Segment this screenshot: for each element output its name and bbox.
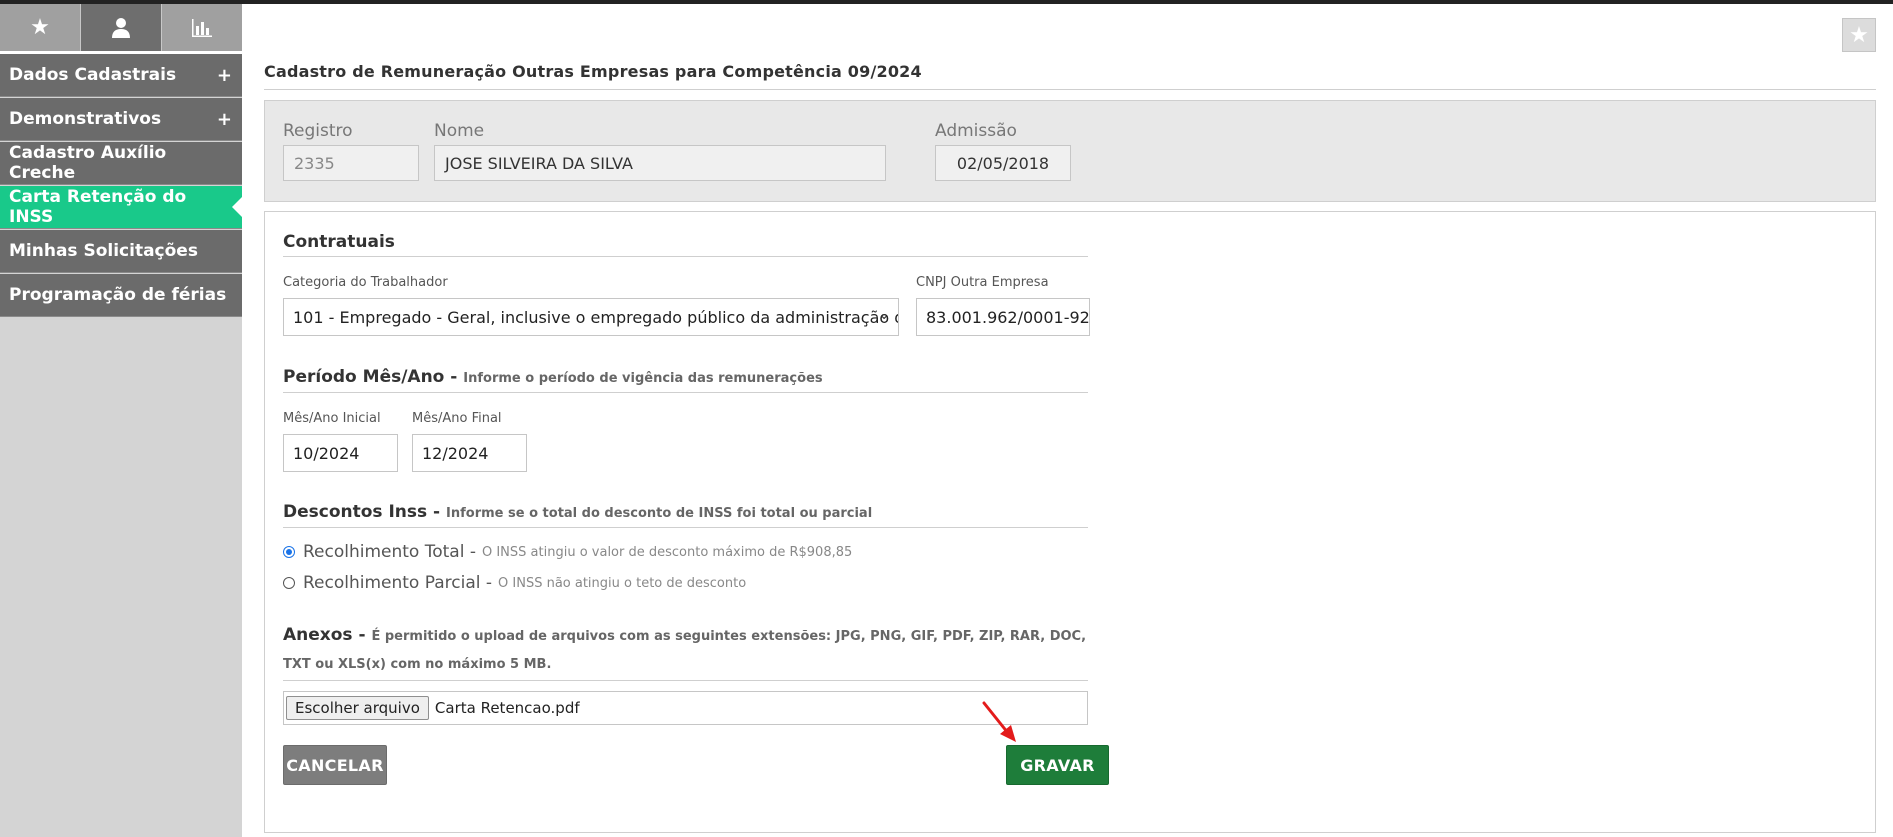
radio-description: O INSS não atingiu o teto de desconto (498, 575, 747, 591)
sidebar-item-demonstrativos[interactable]: Demonstrativos + (0, 98, 242, 141)
star-icon: ★ (30, 15, 50, 40)
mes-ano-final-label: Mês/Ano Final (412, 411, 502, 426)
divider (264, 89, 1876, 90)
registro-label: Registro (283, 121, 353, 141)
periodo-title: Período Mês/Ano - Informe o período de v… (283, 367, 823, 387)
radio-button[interactable] (283, 577, 295, 589)
sidebar-item-label: Demonstrativos (9, 109, 162, 129)
top-border (0, 0, 1893, 4)
radio-button-checked[interactable] (283, 546, 295, 558)
mes-ano-final-input[interactable]: 12/2024 (412, 434, 527, 472)
save-button[interactable]: GRAVAR (1006, 745, 1109, 785)
file-name: Carta Retencao.pdf (434, 699, 580, 717)
sidebar-item-carta-retencao-inss[interactable]: Carta Retenção do INSS (0, 186, 242, 229)
sidebar-item-label: Dados Cadastrais (9, 65, 177, 85)
anexos-title: Anexos - É permitido o upload de arquivo… (283, 622, 1093, 678)
choose-file-button[interactable]: Escolher arquivo (286, 696, 429, 720)
nome-label: Nome (434, 121, 485, 141)
contratuais-title: Contratuais (283, 232, 395, 252)
categoria-select[interactable]: 101 - Empregado - Geral, inclusive o emp… (283, 298, 899, 336)
sidebar-item-label: Programação de férias (9, 285, 227, 305)
registro-field: 2335 (283, 145, 419, 181)
mes-ano-inicial-label: Mês/Ano Inicial (283, 411, 381, 426)
admissao-label: Admissão (935, 121, 1017, 141)
descontos-subtitle: Informe se o total do desconto de INSS f… (446, 506, 873, 521)
cancel-button[interactable]: CANCELAR (283, 745, 387, 785)
expand-icon: + (216, 64, 232, 86)
categoria-value: 101 - Empregado - Geral, inclusive o emp… (293, 308, 899, 327)
star-icon: ★ (1849, 22, 1869, 48)
periodo-title-text: Período Mês/Ano - (283, 367, 464, 387)
expand-icon: + (216, 108, 232, 130)
page-title: Cadastro de Remuneração Outras Empresas … (264, 62, 922, 81)
radio-recolhimento-parcial[interactable]: Recolhimento Parcial - O INSS não atingi… (283, 573, 746, 593)
nome-field: JOSE SILVEIRA DA SILVA (434, 145, 886, 181)
divider (283, 680, 1088, 681)
sidebar-item-minhas-solicitacoes[interactable]: Minhas Solicitações (0, 230, 242, 273)
favorites-tab[interactable]: ★ (0, 4, 81, 51)
file-upload-field[interactable]: Escolher arquivo Carta Retencao.pdf (283, 691, 1088, 725)
bar-chart-icon (192, 18, 212, 37)
sidebar-item-cadastro-auxilio-creche[interactable]: Cadastro Auxílio Creche (0, 142, 242, 185)
mes-ano-inicial-input[interactable]: 10/2024 (283, 434, 398, 472)
divider (283, 392, 1088, 393)
form-panel: Contratuais Categoria do Trabalhador 101… (264, 211, 1876, 833)
sidebar: ★ Dados Cadastrais + Demonstrativos + Ca… (0, 4, 242, 837)
cnpj-label: CNPJ Outra Empresa (916, 275, 1049, 290)
cnpj-input[interactable]: 83.001.962/0001-92 (916, 298, 1090, 336)
favorite-button[interactable]: ★ (1842, 18, 1876, 52)
admissao-field: 02/05/2018 (935, 145, 1071, 181)
radio-recolhimento-total[interactable]: Recolhimento Total - O INSS atingiu o va… (283, 542, 852, 562)
categoria-label: Categoria do Trabalhador (283, 275, 448, 290)
descontos-title: Descontos Inss - Informe se o total do d… (283, 502, 872, 522)
sidebar-item-programacao-ferias[interactable]: Programação de férias (0, 274, 242, 317)
sidebar-item-label: Carta Retenção do INSS (9, 187, 187, 227)
chevron-down-icon: ⌄ (878, 307, 890, 323)
sidebar-item-label: Cadastro Auxílio Creche (9, 143, 167, 183)
radio-label: Recolhimento Parcial - (303, 573, 493, 593)
reports-tab[interactable] (162, 4, 242, 51)
user-icon (112, 17, 130, 38)
anexos-subtitle: É permitido o upload de arquivos com as … (283, 629, 1087, 672)
annotation-arrow-icon (982, 701, 1016, 742)
radio-label: Recolhimento Total - (303, 542, 476, 562)
descontos-title-text: Descontos Inss - (283, 502, 447, 522)
divider (283, 256, 1088, 257)
periodo-subtitle: Informe o período de vigência das remune… (463, 371, 823, 386)
sidebar-item-dados-cadastrais[interactable]: Dados Cadastrais + (0, 54, 242, 97)
sidebar-icon-tabs: ★ (0, 4, 242, 54)
employee-panel: Registro 2335 Nome JOSE SILVEIRA DA SILV… (264, 100, 1876, 202)
profile-tab[interactable] (81, 4, 162, 51)
anexos-title-text: Anexos - (283, 625, 372, 645)
radio-description: O INSS atingiu o valor de desconto máxim… (481, 544, 853, 560)
divider (283, 527, 1088, 528)
sidebar-item-label: Minhas Solicitações (9, 241, 198, 261)
